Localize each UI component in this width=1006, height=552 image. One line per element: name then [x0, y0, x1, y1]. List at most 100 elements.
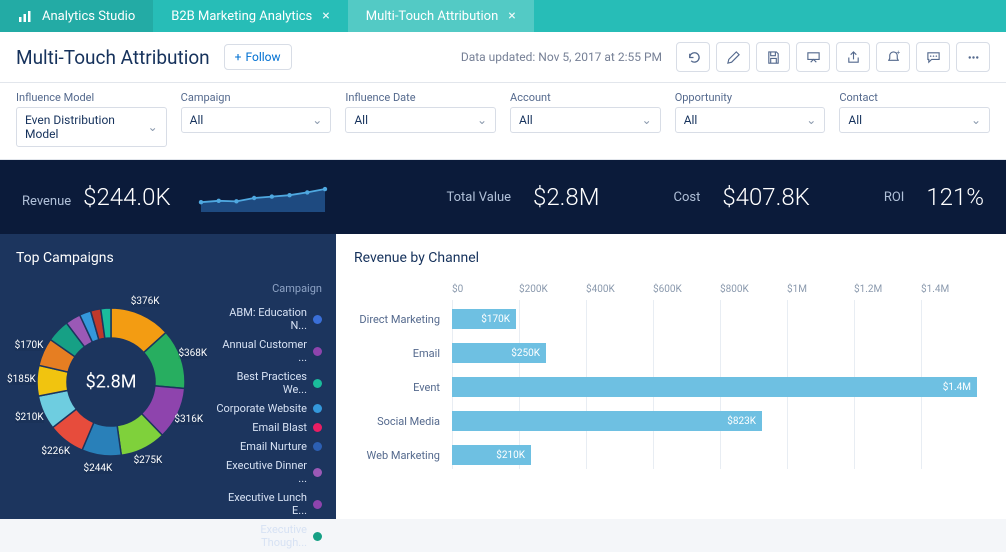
bar-chart[interactable]: $0$200K$400K$600K$800K$1M$1.2M$1.4M Dire…: [354, 280, 988, 469]
bar-row: Direct Marketing$170K: [452, 305, 988, 333]
page-header: Multi-Touch Attribution + Follow Data up…: [0, 32, 1006, 83]
legend-text: ABM: Education N...: [216, 306, 307, 332]
bar-row: Event$1.4M: [452, 373, 988, 401]
close-icon[interactable]: ×: [508, 8, 515, 24]
top-campaigns-title: Top Campaigns: [16, 250, 322, 266]
donut-chart[interactable]: $2.8M $376K$368K$316K$275K$244K$226K$210…: [16, 282, 206, 482]
legend-dot-icon: [313, 315, 322, 324]
legend-item[interactable]: Executive Lunch E...: [216, 488, 322, 520]
filter-influence-model: Influence Model Even Distribution Model⌄: [16, 91, 167, 147]
cost-label: Cost: [674, 190, 701, 205]
donut-slice-label: $368K: [178, 348, 207, 359]
total-value: $2.8M: [533, 183, 599, 211]
chevron-down-icon: ⌄: [148, 120, 158, 134]
share-button[interactable]: [836, 42, 870, 72]
tab-home[interactable]: Analytics Studio: [0, 0, 153, 32]
filter-select[interactable]: All⌄: [181, 107, 332, 133]
tab-mid[interactable]: B2B Marketing Analytics ×: [153, 0, 348, 32]
bar-label: Event: [354, 381, 446, 394]
panels: Top Campaigns $2.8M $376K$368K$316K$275K…: [0, 234, 1006, 519]
bar[interactable]: $823K: [452, 411, 762, 431]
filter-select[interactable]: All⌄: [839, 107, 990, 133]
svg-text:+: +: [896, 50, 900, 57]
legend-item[interactable]: Executive Dinner ...: [216, 456, 322, 488]
legend-text: Best Practices We...: [216, 370, 307, 396]
chevron-down-icon: ⌄: [806, 113, 816, 127]
revenue-by-channel-panel: Revenue by Channel $0$200K$400K$600K$800…: [336, 234, 1006, 519]
filter-influence-date: Influence Date All ⌄: [345, 91, 496, 147]
bar[interactable]: $170K: [452, 309, 516, 329]
filter-select[interactable]: All ⌄: [345, 107, 496, 133]
donut-slice-label: $170K: [15, 340, 44, 351]
follow-label: Follow: [245, 50, 280, 64]
legend-header: Campaign: [216, 282, 322, 295]
legend-item[interactable]: Corporate Website: [216, 399, 322, 418]
filter-label: Campaign: [181, 91, 332, 104]
legend-dot-icon: [313, 404, 322, 413]
roi-label: ROI: [884, 190, 905, 205]
legend-item[interactable]: Email Blast: [216, 418, 322, 437]
toolbar: +: [676, 42, 990, 72]
filter-value: All: [354, 113, 368, 127]
legend-dot-icon: [313, 379, 322, 388]
close-icon[interactable]: ×: [322, 8, 329, 24]
donut-slice-label: $244K: [84, 463, 113, 474]
filter-select[interactable]: All⌄: [675, 107, 826, 133]
donut-slice-label: $226K: [41, 446, 70, 457]
axis-tick: $600K: [653, 284, 720, 295]
legend-item[interactable]: Best Practices We...: [216, 367, 322, 399]
revenue-value: $244.0K: [83, 183, 170, 211]
legend-dot-icon: [313, 347, 322, 356]
legend-text: Annual Customer ...: [216, 338, 307, 364]
legend-item[interactable]: Annual Customer ...: [216, 335, 322, 367]
chevron-down-icon: ⌄: [477, 113, 487, 127]
donut-slice-label: $316K: [174, 414, 203, 425]
legend-item[interactable]: ABM: Education N...: [216, 303, 322, 335]
filter-label: Influence Model: [16, 91, 167, 104]
filter-value: All: [848, 113, 862, 127]
axis-tick: $0: [452, 284, 519, 295]
axis-tick: $200K: [519, 284, 586, 295]
tab-active-label: Multi-Touch Attribution: [366, 9, 499, 24]
filter-select[interactable]: Even Distribution Model⌄: [16, 107, 167, 147]
legend-dot-icon: [313, 423, 322, 432]
revenue-label: Revenue: [22, 194, 71, 209]
follow-button[interactable]: + Follow: [224, 44, 292, 70]
bar-label: Social Media: [354, 415, 446, 428]
legend-dot-icon: [313, 500, 322, 509]
undo-button[interactable]: [676, 42, 710, 72]
plus-icon: +: [235, 50, 242, 64]
data-updated-text: Data updated: Nov 5, 2017 at 2:55 PM: [461, 50, 662, 64]
filter-label: Contact: [839, 91, 990, 104]
legend-text: Corporate Website: [216, 402, 307, 415]
donut-slice-label: $185K: [7, 374, 36, 385]
legend-text: Email Blast: [216, 421, 307, 434]
donut-center-value: $2.8M: [86, 372, 137, 393]
bar[interactable]: $210K: [452, 445, 531, 465]
bar[interactable]: $1.4M: [452, 377, 977, 397]
tab-active[interactable]: Multi-Touch Attribution ×: [348, 0, 534, 32]
legend-item[interactable]: Email Nurture: [216, 437, 322, 456]
revenue-sparkline: [193, 178, 333, 216]
tab-home-label: Analytics Studio: [42, 9, 135, 24]
save-button[interactable]: [756, 42, 790, 72]
notification-button[interactable]: +: [876, 42, 910, 72]
filter-select[interactable]: All⌄: [510, 107, 661, 133]
legend-dot-icon: [313, 532, 322, 541]
bar-label: Email: [354, 347, 446, 360]
chevron-down-icon: ⌄: [642, 113, 652, 127]
comment-button[interactable]: [916, 42, 950, 72]
bar[interactable]: $250K: [452, 343, 546, 363]
edit-button[interactable]: [716, 42, 750, 72]
filter-account: AccountAll⌄: [510, 91, 661, 147]
analytics-icon: [18, 9, 32, 23]
present-button[interactable]: [796, 42, 830, 72]
axis-tick: $1M: [787, 284, 854, 295]
axis-tick: $1.2M: [854, 284, 921, 295]
filter-label: Opportunity: [675, 91, 826, 104]
more-button[interactable]: [956, 42, 990, 72]
cost-value: $407.8K: [722, 183, 809, 211]
legend-text: Executive Though...: [216, 523, 307, 549]
filter-label: Influence Date: [345, 91, 496, 104]
legend-item[interactable]: Executive Though...: [216, 520, 322, 552]
